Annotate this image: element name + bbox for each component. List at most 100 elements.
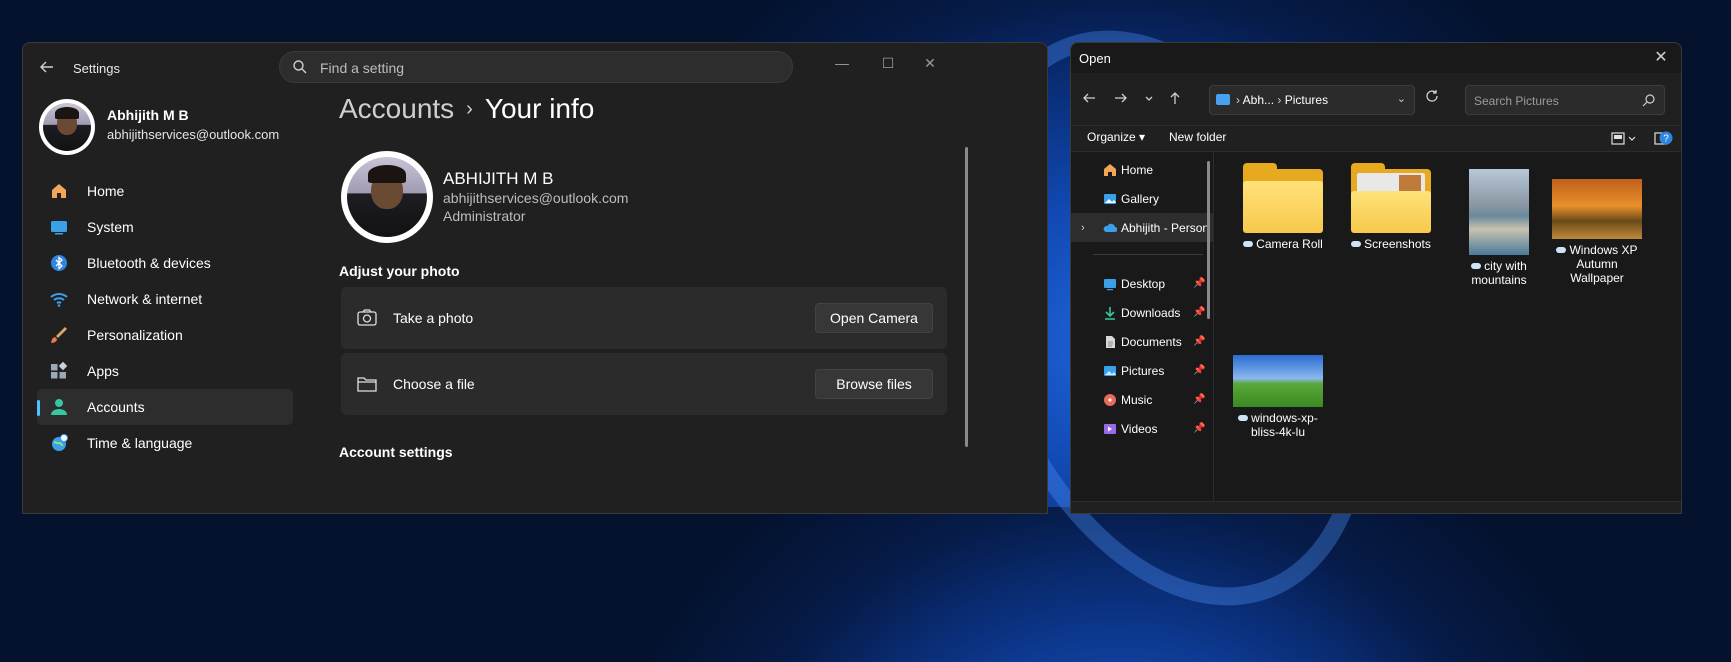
view-options-icon[interactable] bbox=[1611, 132, 1637, 146]
maximize-button[interactable]: ☐ bbox=[873, 51, 903, 75]
onedrive-icon bbox=[1103, 223, 1117, 232]
folder-icon bbox=[1351, 163, 1431, 233]
profile-name: Abhijith M B bbox=[107, 107, 189, 123]
avatar bbox=[39, 99, 95, 155]
dialog-close-button[interactable]: ✕ bbox=[1649, 47, 1673, 67]
sidebar-item-apps[interactable]: Apps bbox=[37, 353, 293, 389]
documents-icon bbox=[1106, 336, 1115, 348]
tree-item-videos[interactable]: Videos 📌 bbox=[1071, 414, 1213, 443]
tree-item-documents[interactable]: Documents 📌 bbox=[1071, 327, 1213, 356]
breadcrumb-separator: › bbox=[466, 98, 473, 120]
active-indicator bbox=[37, 400, 40, 416]
breadcrumb-parent[interactable]: Accounts bbox=[339, 93, 454, 124]
refresh-button[interactable] bbox=[1425, 89, 1439, 107]
file-name: Screenshots bbox=[1364, 237, 1431, 251]
pin-icon[interactable]: 📌 bbox=[1193, 278, 1205, 289]
recent-locations-button[interactable] bbox=[1139, 91, 1159, 108]
tree-scrollbar[interactable] bbox=[1207, 161, 1210, 319]
content-scrollbar[interactable] bbox=[965, 147, 968, 447]
sidebar-item-bluetooth[interactable]: Bluetooth & devices bbox=[37, 245, 293, 281]
file-tile[interactable]: Camera Roll bbox=[1238, 163, 1328, 251]
tree-divider bbox=[1093, 254, 1203, 255]
choose-file-card: Choose a file Browse files bbox=[341, 353, 947, 415]
sidebar-item-home[interactable]: Home bbox=[37, 173, 293, 209]
system-icon bbox=[49, 217, 69, 237]
back-button[interactable] bbox=[1079, 91, 1099, 109]
desktop-icon bbox=[1104, 279, 1116, 291]
forward-arrow-icon bbox=[1115, 93, 1127, 103]
image-thumbnail bbox=[1233, 355, 1323, 407]
pin-icon[interactable]: 📌 bbox=[1193, 394, 1205, 405]
profile-email: abhijithservices@outlook.com bbox=[107, 127, 280, 142]
tree-item-pictures[interactable]: Pictures 📌 bbox=[1071, 356, 1213, 385]
minimize-button[interactable]: — bbox=[827, 51, 857, 75]
account-settings-heading: Account settings bbox=[339, 444, 453, 460]
choose-file-label: Choose a file bbox=[393, 376, 475, 392]
sidebar-item-network[interactable]: Network & internet bbox=[37, 281, 293, 317]
dialog-search-input[interactable]: Search Pictures bbox=[1465, 85, 1665, 115]
open-dialog: Open ✕ › Abh... › Pictures ⌄ Search Pict… bbox=[1070, 42, 1682, 514]
file-name: Camera Roll bbox=[1256, 237, 1323, 251]
sidebar-item-time-language[interactable]: Time & language bbox=[37, 425, 293, 461]
file-tile[interactable]: Windows XP Autumn Wallpaper bbox=[1552, 169, 1642, 285]
address-path: › Abh... › Pictures bbox=[1236, 93, 1329, 107]
back-arrow-icon bbox=[1083, 93, 1095, 103]
help-icon[interactable]: ? bbox=[1659, 131, 1673, 145]
brush-icon bbox=[49, 325, 69, 345]
file-name: Windows XP Autumn Wallpaper bbox=[1569, 243, 1638, 285]
pane-divider[interactable] bbox=[1213, 151, 1214, 513]
tree-item-downloads[interactable]: Downloads 📌 bbox=[1071, 298, 1213, 327]
new-folder-button[interactable]: New folder bbox=[1169, 130, 1226, 144]
sidebar-item-system[interactable]: System bbox=[37, 209, 293, 245]
pin-icon[interactable]: 📌 bbox=[1193, 423, 1205, 434]
folder-icon bbox=[1243, 163, 1323, 233]
sidebar-item-label: Time & language bbox=[87, 435, 193, 451]
sidebar-nav: Home System Bluetooth & devices Network … bbox=[37, 173, 293, 461]
open-camera-button[interactable]: Open Camera bbox=[815, 303, 933, 333]
settings-titlebar: Settings Find a setting — ☐ ✕ bbox=[23, 43, 1047, 89]
user-avatar bbox=[341, 151, 433, 243]
chevron-down-icon[interactable]: ⌄ bbox=[1397, 92, 1406, 105]
user-role: Administrator bbox=[443, 208, 526, 224]
address-bar[interactable]: › Abh... › Pictures ⌄ bbox=[1209, 85, 1415, 115]
back-button[interactable] bbox=[35, 55, 59, 79]
folder-icon bbox=[357, 377, 377, 392]
sidebar-item-personalization[interactable]: Personalization bbox=[37, 317, 293, 353]
take-photo-label: Take a photo bbox=[393, 310, 474, 326]
file-tile[interactable]: Screenshots bbox=[1346, 163, 1436, 251]
tree-item-desktop[interactable]: Desktop 📌 bbox=[1071, 269, 1213, 298]
music-icon bbox=[1104, 394, 1116, 406]
file-tile[interactable]: city with mountains bbox=[1454, 169, 1544, 287]
search-placeholder: Search Pictures bbox=[1474, 94, 1559, 108]
user-email: abhijithservices@outlook.com bbox=[443, 190, 629, 206]
sidebar-item-accounts[interactable]: Accounts bbox=[37, 389, 293, 425]
up-button[interactable] bbox=[1165, 91, 1185, 109]
tree-item-onedrive[interactable]: › Abhijith - Personal bbox=[1071, 213, 1213, 242]
file-tile[interactable]: windows-xp-bliss-4k-lu bbox=[1233, 355, 1323, 439]
chevron-right-icon[interactable]: › bbox=[1081, 222, 1085, 234]
sidebar-item-label: Personalization bbox=[87, 327, 183, 343]
download-icon bbox=[1105, 307, 1115, 320]
apps-icon bbox=[49, 361, 69, 381]
pin-icon[interactable]: 📌 bbox=[1193, 336, 1205, 347]
tree-item-music[interactable]: Music 📌 bbox=[1071, 385, 1213, 414]
close-button[interactable]: ✕ bbox=[915, 51, 945, 75]
tree-item-gallery[interactable]: Gallery bbox=[1071, 184, 1213, 213]
organize-button[interactable]: Organize ▾ bbox=[1087, 130, 1145, 144]
home-icon bbox=[49, 181, 69, 201]
breadcrumb: Accounts › Your info bbox=[339, 93, 594, 125]
gallery-icon bbox=[1104, 194, 1116, 204]
file-name: windows-xp-bliss-4k-lu bbox=[1250, 411, 1318, 439]
browse-files-button[interactable]: Browse files bbox=[815, 369, 933, 399]
settings-search-input[interactable]: Find a setting bbox=[279, 51, 793, 83]
sidebar-item-label: Apps bbox=[87, 363, 119, 379]
tree-item-home[interactable]: Home bbox=[1071, 155, 1213, 184]
network-icon bbox=[49, 289, 69, 309]
pin-icon[interactable]: 📌 bbox=[1193, 307, 1205, 318]
sidebar-item-label: Home bbox=[87, 183, 125, 199]
pin-icon[interactable]: 📌 bbox=[1193, 365, 1205, 376]
forward-button[interactable] bbox=[1111, 91, 1131, 109]
tree-item-label: Home bbox=[1121, 162, 1154, 177]
dialog-title: Open bbox=[1079, 51, 1111, 66]
dialog-footer bbox=[1071, 501, 1681, 513]
